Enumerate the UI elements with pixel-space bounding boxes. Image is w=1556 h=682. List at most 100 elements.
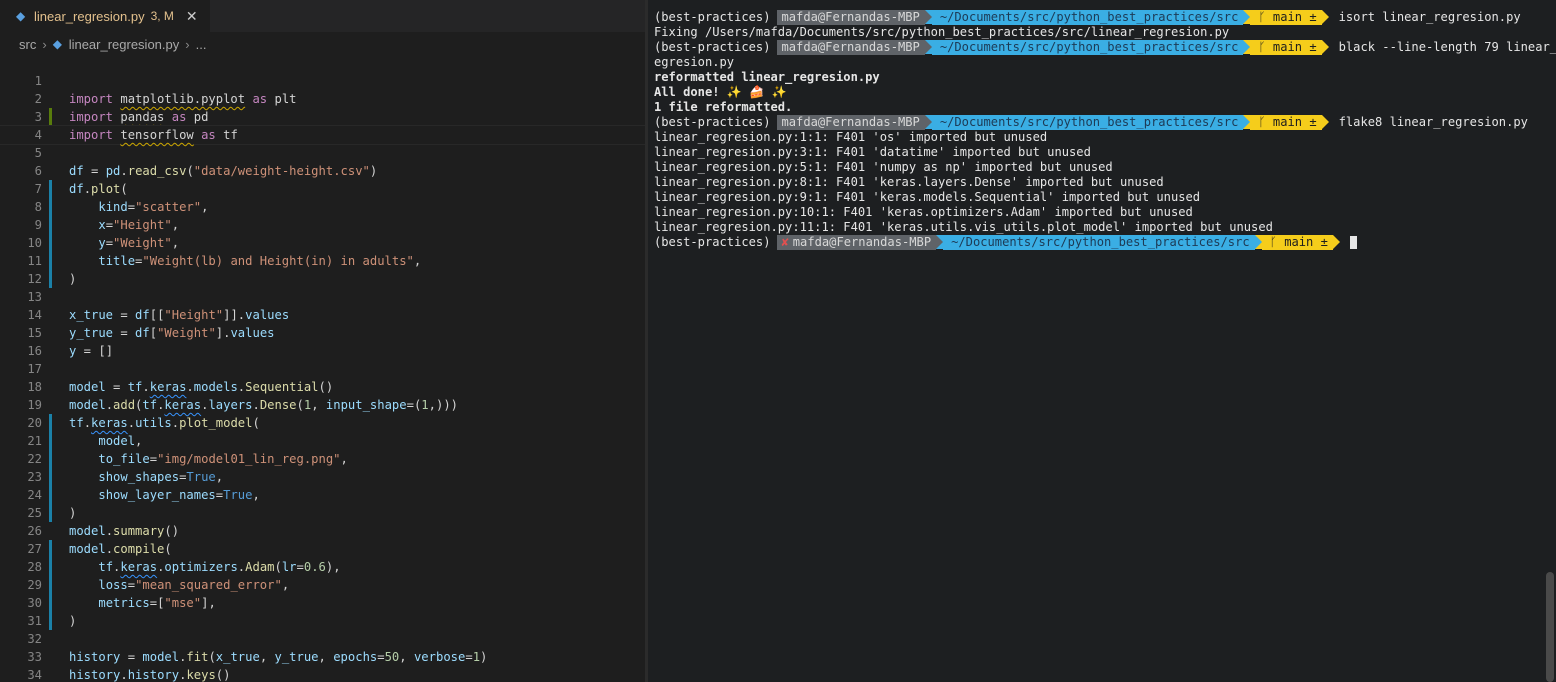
code-token: df	[69, 164, 84, 178]
code-token: .	[252, 398, 260, 412]
code-lines[interactable]: 1 2 import matplotlib.pyplot as plt 3 import…	[0, 72, 645, 682]
line-number: 30	[27, 596, 42, 610]
code-token: ,	[135, 434, 143, 448]
code-text: y="Weight",	[69, 234, 179, 252]
code-line[interactable]: 1	[0, 72, 645, 90]
code-token: 1	[472, 650, 481, 664]
code-token: tensorflow	[120, 128, 194, 142]
code-text: model.compile(	[69, 540, 172, 558]
code-line[interactable]: 25)	[0, 504, 645, 522]
code-editor[interactable]: ◆ linear_regresion.py 3, M ✕ src › ◆ lin…	[0, 0, 645, 682]
gutter-change-marker[interactable]	[49, 234, 52, 252]
code-line[interactable]: 6 df = pd.read_csv("data/weight-height.cs…	[0, 162, 645, 180]
code-line[interactable]: 13	[0, 288, 645, 306]
code-line[interactable]: 30 metrics=["mse"],	[0, 594, 645, 612]
code-line[interactable]: 18 model = tf.keras.models.Sequential()	[0, 378, 645, 396]
line-number: 15	[27, 326, 42, 340]
code-token: as	[193, 128, 224, 142]
code-line[interactable]: 14 x_true = df[["Height"]].values	[0, 306, 645, 324]
code-line[interactable]: 32	[0, 630, 645, 648]
gutter-change-marker[interactable]	[49, 450, 52, 468]
code-token: add	[113, 398, 136, 412]
code-token: model	[69, 380, 106, 394]
code-text: model.add(tf.keras.layers.Dense(1, input…	[69, 396, 458, 414]
code-text: loss="mean_squared_error",	[69, 576, 289, 594]
gutter-change-marker[interactable]	[49, 612, 52, 630]
gutter-change-marker[interactable]	[49, 468, 52, 486]
gutter-change-marker[interactable]	[49, 252, 52, 270]
code-token: tf	[142, 398, 158, 412]
code-line[interactable]: 29 loss="mean_squared_error",	[0, 576, 645, 594]
code-line[interactable]: 20 tf.keras.utils.plot_model(	[0, 414, 645, 432]
code-token: Dense	[259, 398, 297, 412]
gutter-change-marker[interactable]	[49, 216, 52, 234]
code-line[interactable]: 26 model.summary()	[0, 522, 645, 540]
code-token: show_shapes	[98, 470, 180, 484]
code-token: plot	[91, 182, 121, 196]
tab-linear-regresion[interactable]: ◆ linear_regresion.py 3, M ✕	[0, 0, 210, 32]
terminal-text: linear_regresion.py:8:1: F401 'keras.lay…	[654, 175, 1164, 189]
code-token: 1	[421, 398, 429, 412]
code-line[interactable]: 27 model.compile(	[0, 540, 645, 558]
code-token: verbose	[413, 650, 466, 664]
breadcrumb: src › ◆ linear_regresion.py › ...	[0, 32, 645, 56]
line-number: 24	[27, 488, 42, 502]
gutter-change-marker[interactable]	[49, 432, 52, 450]
code-line[interactable]: 24 show_layer_names=True,	[0, 486, 645, 504]
code-token: 50	[384, 650, 400, 664]
code-token: ,	[399, 650, 414, 664]
breadcrumb-more[interactable]: ...	[196, 37, 207, 52]
line-number: 2	[34, 92, 42, 106]
prompt-user-text: mafda@Fernandas-MBP	[781, 10, 920, 24]
close-icon[interactable]: ✕	[186, 8, 198, 25]
terminal-text: linear_regresion.py:11:1: F401 'keras.ut…	[654, 220, 1273, 234]
gutter-change-marker[interactable]	[49, 414, 52, 432]
code-token: matplotlib.pyplot	[120, 92, 246, 106]
code-line[interactable]: 22 to_file="img/model01_lin_reg.png",	[0, 450, 645, 468]
gutter-change-marker[interactable]	[49, 180, 52, 198]
gutter-change-marker[interactable]	[49, 486, 52, 504]
code-line[interactable]: 10 y="Weight",	[0, 234, 645, 252]
terminal-panel[interactable]: (best-practices) mafda@Fernandas-MBP ~/Doc…	[648, 0, 1556, 682]
code-line[interactable]: 16 y = []	[0, 342, 645, 360]
powerline-arrow	[1321, 10, 1329, 24]
code-line[interactable]: 19 model.add(tf.keras.layers.Dense(1, inp…	[0, 396, 645, 414]
code-token: y	[98, 236, 106, 250]
breadcrumb-file[interactable]: linear_regresion.py	[69, 37, 180, 52]
terminal-scrollbar[interactable]	[1546, 572, 1554, 682]
code-line[interactable]: 9 x="Height",	[0, 216, 645, 234]
gutter-change-marker[interactable]	[49, 576, 52, 594]
gutter-change-marker[interactable]	[49, 270, 52, 288]
gutter-change-marker[interactable]	[49, 198, 52, 216]
terminal-prompt-line: (best-practices) mafda@Fernandas-MBP ~/Doc…	[654, 40, 1556, 55]
gutter-change-marker[interactable]	[49, 540, 52, 558]
gutter-change-marker[interactable]	[49, 594, 52, 612]
powerline-arrow	[1321, 40, 1329, 54]
python-file-icon: ◆	[16, 9, 26, 23]
code-token: read_csv	[127, 164, 187, 178]
code-line[interactable]: 15 y_true = df["Weight"].values	[0, 324, 645, 342]
code-line[interactable]: 23 show_shapes=True,	[0, 468, 645, 486]
code-line[interactable]: 2 import matplotlib.pyplot as plt	[0, 90, 645, 108]
code-line[interactable]: 4 import tensorflow as tf	[0, 125, 645, 145]
code-line[interactable]: 11 title="Weight(lb) and Height(in) in a…	[0, 252, 645, 270]
gutter-change-marker[interactable]	[49, 504, 52, 522]
code-line[interactable]: 5	[0, 144, 645, 162]
code-line[interactable]: 31)	[0, 612, 645, 630]
code-line[interactable]: 34 history.history.keys()	[0, 666, 645, 682]
code-line[interactable]: 12)	[0, 270, 645, 288]
code-text: df.plot(	[69, 180, 128, 198]
code-line[interactable]: 3 import pandas as pd	[0, 108, 645, 126]
code-line[interactable]: 28 tf.keras.optimizers.Adam(lr=0.6),	[0, 558, 645, 576]
code-token: kind	[98, 200, 128, 214]
code-line[interactable]: 7 df.plot(	[0, 180, 645, 198]
breadcrumb-folder[interactable]: src	[19, 37, 36, 52]
code-line[interactable]: 17	[0, 360, 645, 378]
code-token: tf	[127, 380, 143, 394]
code-line[interactable]: 21 model,	[0, 432, 645, 450]
gutter-change-marker[interactable]	[49, 558, 52, 576]
code-line[interactable]: 33 history = model.fit(x_true, y_true, ep…	[0, 648, 645, 666]
gutter-change-marker[interactable]	[49, 108, 52, 126]
code-line[interactable]: 8 kind="scatter",	[0, 198, 645, 216]
